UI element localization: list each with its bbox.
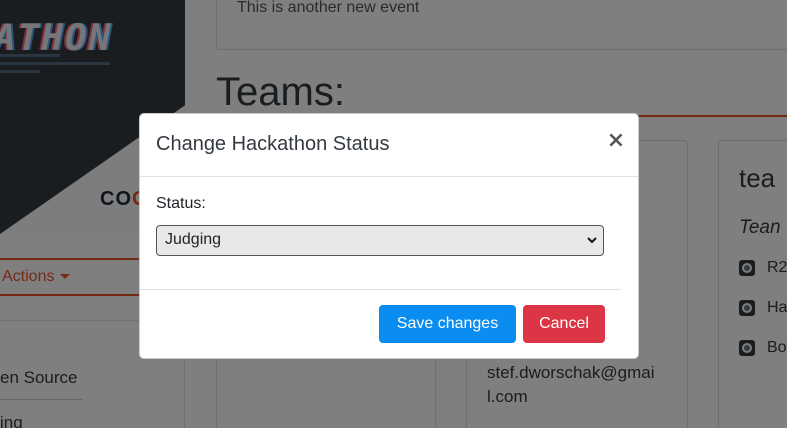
status-selected-value: Judging <box>165 231 222 248</box>
close-icon[interactable]: × <box>606 128 626 154</box>
modal-title: Change Hackathon Status <box>156 133 390 155</box>
modal-footer-divider <box>140 289 621 290</box>
modal-header: Change Hackathon Status × <box>140 114 638 177</box>
status-select[interactable]: Judging <box>156 225 604 256</box>
change-status-modal: Change Hackathon Status × Status: Judgin… <box>139 113 639 359</box>
status-label: Status: <box>156 195 206 212</box>
chevron-down-icon <box>587 237 597 244</box>
save-changes-button[interactable]: Save changes <box>379 305 516 343</box>
cancel-button[interactable]: Cancel <box>523 305 605 343</box>
